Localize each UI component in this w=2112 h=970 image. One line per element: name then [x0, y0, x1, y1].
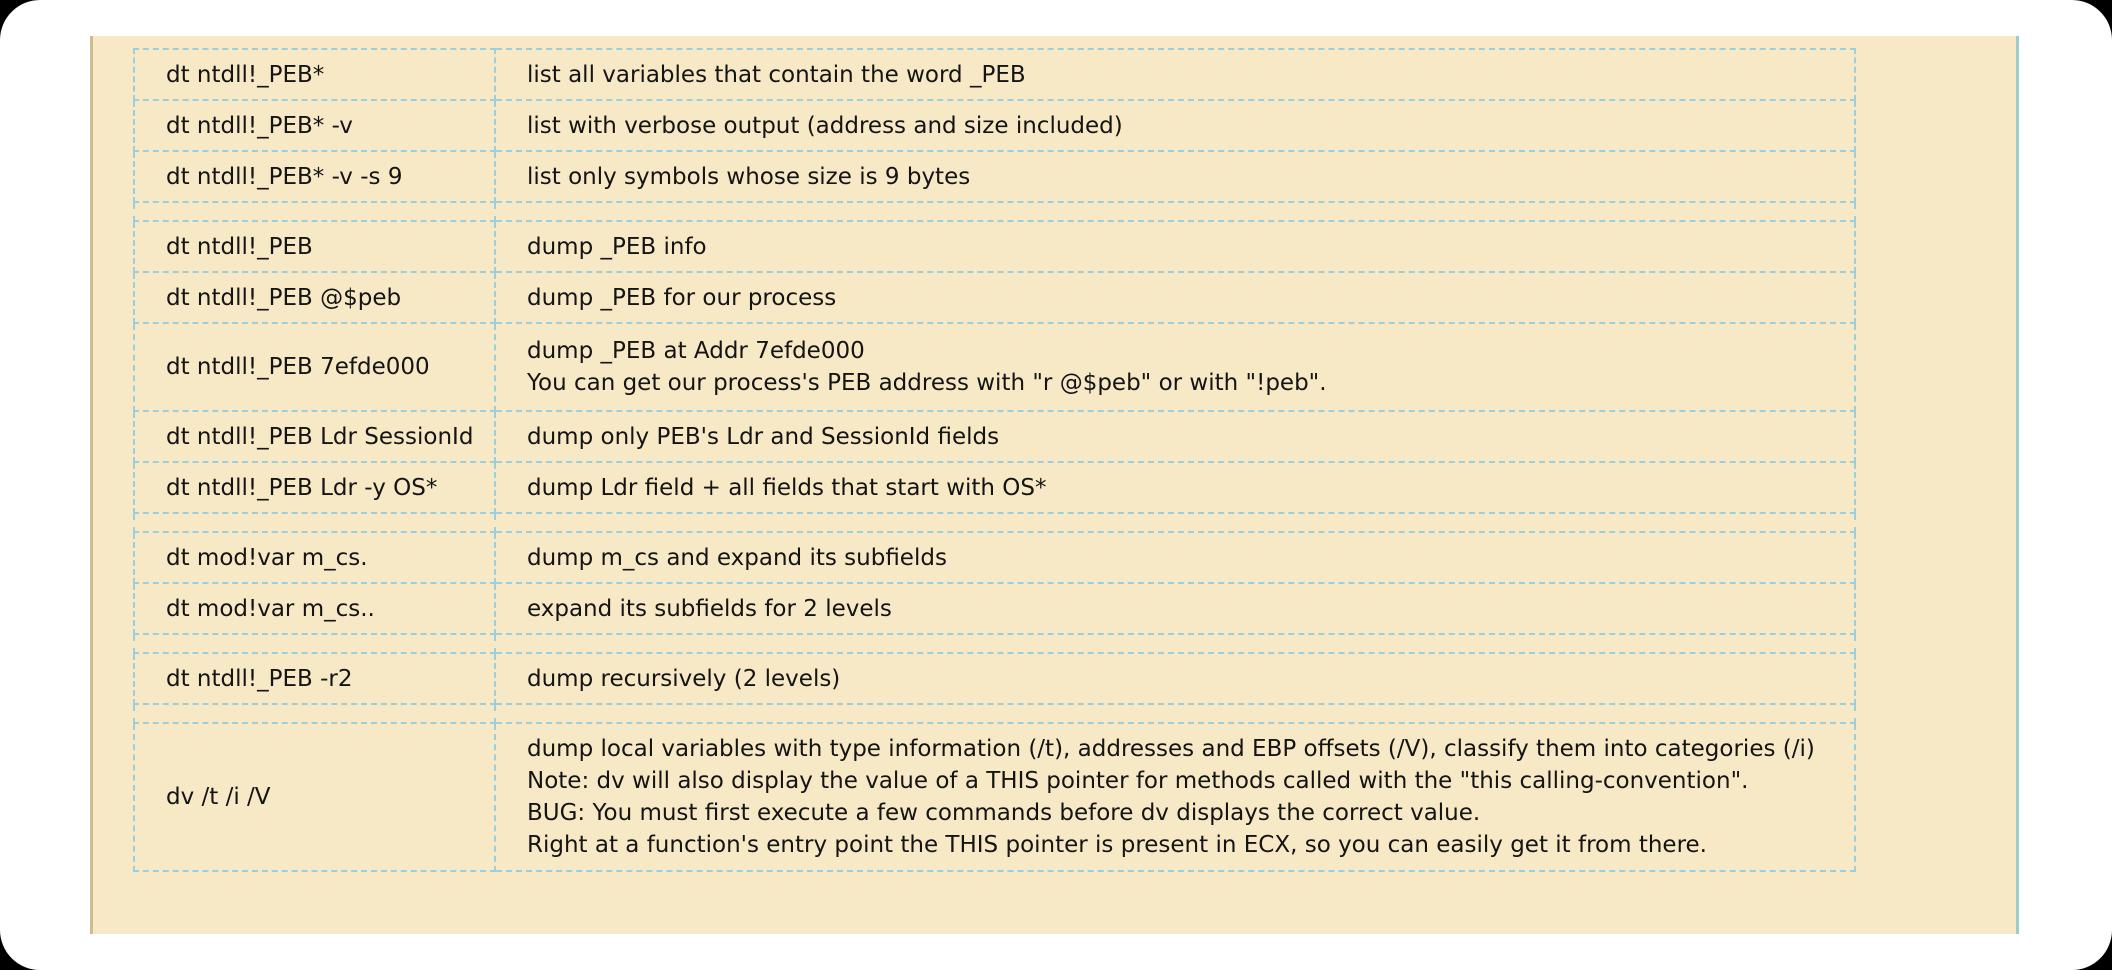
content-panel: dt ntdll!_PEB* list all variables that c… — [90, 36, 2019, 934]
description-cell: dump Ldr field + all fields that start w… — [494, 461, 1856, 514]
description-cell: list all variables that contain the word… — [494, 48, 1856, 101]
command-cell: dt ntdll!_PEB* -v — [133, 99, 496, 152]
description-cell: dump _PEB at Addr 7efde000 You can get o… — [494, 322, 1856, 412]
command-cell: dv /t /i /V — [133, 722, 496, 872]
command-cell: dt ntdll!_PEB Ldr SessionId — [133, 410, 496, 463]
table-row: dt ntdll!_PEB -r2 dump recursively (2 le… — [133, 652, 1856, 705]
table-row: dt mod!var m_cs.. expand its subfields f… — [133, 582, 1856, 635]
table-row: dt ntdll!_PEB Ldr -y OS* dump Ldr field … — [133, 461, 1856, 514]
command-cell: dt mod!var m_cs.. — [133, 582, 496, 635]
command-cell: dt ntdll!_PEB* — [133, 48, 496, 101]
spacer-row — [133, 703, 1856, 724]
command-cell: dt ntdll!_PEB @$peb — [133, 271, 496, 324]
table-row: dt ntdll!_PEB Ldr SessionId dump only PE… — [133, 410, 1856, 463]
table-row: dt mod!var m_cs. dump m_cs and expand it… — [133, 531, 1856, 584]
table-row: dt ntdll!_PEB 7efde000 dump _PEB at Addr… — [133, 322, 1856, 412]
description-cell: dump recursively (2 levels) — [494, 652, 1856, 705]
description-cell: list with verbose output (address and si… — [494, 99, 1856, 152]
table-row: dt ntdll!_PEB dump _PEB info — [133, 220, 1856, 273]
spacer-row — [133, 633, 1856, 654]
table-row: dt ntdll!_PEB @$peb dump _PEB for our pr… — [133, 271, 1856, 324]
command-cell: dt ntdll!_PEB 7efde000 — [133, 322, 496, 412]
description-cell: dump m_cs and expand its subfields — [494, 531, 1856, 584]
description-cell: expand its subfields for 2 levels — [494, 582, 1856, 635]
command-table: dt ntdll!_PEB* list all variables that c… — [133, 48, 1856, 872]
description-cell: dump _PEB info — [494, 220, 1856, 273]
table-row: dv /t /i /V dump local variables with ty… — [133, 722, 1856, 872]
description-cell: dump local variables with type informati… — [494, 722, 1856, 872]
command-cell: dt ntdll!_PEB -r2 — [133, 652, 496, 705]
description-cell: dump only PEB's Ldr and SessionId fields — [494, 410, 1856, 463]
spacer-row — [133, 512, 1856, 533]
command-cell: dt ntdll!_PEB — [133, 220, 496, 273]
screenshot-card: dt ntdll!_PEB* list all variables that c… — [0, 0, 2112, 970]
command-cell: dt ntdll!_PEB* -v -s 9 — [133, 150, 496, 203]
table-row: dt ntdll!_PEB* -v -s 9 list only symbols… — [133, 150, 1856, 203]
spacer-row — [133, 201, 1856, 222]
description-cell: dump _PEB for our process — [494, 271, 1856, 324]
command-cell: dt ntdll!_PEB Ldr -y OS* — [133, 461, 496, 514]
table-row: dt ntdll!_PEB* list all variables that c… — [133, 48, 1856, 101]
table-row: dt ntdll!_PEB* -v list with verbose outp… — [133, 99, 1856, 152]
command-cell: dt mod!var m_cs. — [133, 531, 496, 584]
description-cell: list only symbols whose size is 9 bytes — [494, 150, 1856, 203]
